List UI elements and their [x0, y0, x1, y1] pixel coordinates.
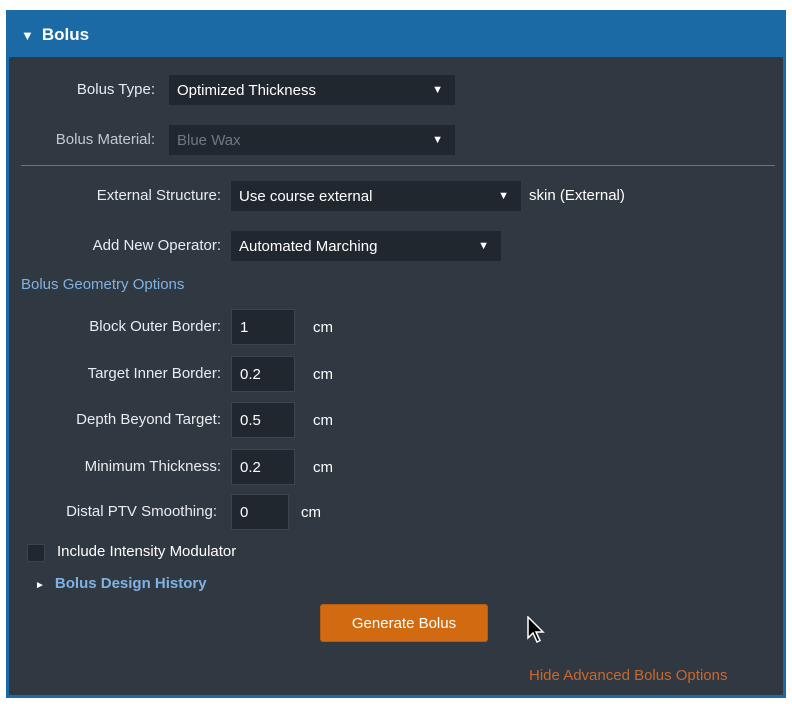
- distal-ptv-smoothing-input[interactable]: 0: [231, 494, 289, 530]
- block-outer-border-value: 1: [240, 318, 249, 336]
- depth-beyond-target-label: Depth Beyond Target:: [76, 411, 221, 428]
- add-new-operator-select[interactable]: Automated Marching ▼: [231, 231, 501, 261]
- depth-beyond-target-input[interactable]: 0.5: [231, 402, 295, 438]
- unit-label: cm: [301, 504, 321, 521]
- target-inner-border-input[interactable]: 0.2: [231, 356, 295, 392]
- bolus-material-value: Blue Wax: [177, 131, 241, 149]
- chevron-down-icon: ▼: [432, 84, 443, 96]
- unit-label: cm: [313, 412, 333, 429]
- triangle-right-icon: ►: [35, 580, 45, 591]
- triangle-down-icon[interactable]: ▼: [21, 28, 34, 43]
- unit-label: cm: [313, 459, 333, 476]
- panel-title: Bolus: [41, 25, 90, 44]
- add-new-operator-value: Automated Marching: [239, 237, 378, 255]
- external-structure-value: Use course external: [239, 187, 373, 205]
- external-structure-note: skin (External): [529, 187, 625, 204]
- bolus-type-select[interactable]: Optimized Thickness ▼: [169, 75, 455, 105]
- bolus-material-select: Blue Wax ▼: [169, 125, 455, 155]
- minimum-thickness-label: Minimum Thickness:: [84, 458, 221, 475]
- intensity-modulator-label: Include Intensity Modulator: [57, 543, 237, 560]
- generate-bolus-button[interactable]: Generate Bolus: [320, 604, 488, 642]
- distal-ptv-smoothing-label: Distal PTV Smoothing:: [66, 503, 217, 520]
- bolus-type-value: Optimized Thickness: [177, 81, 316, 99]
- hide-advanced-options-link[interactable]: Hide Advanced Bolus Options: [529, 667, 727, 684]
- target-inner-border-value: 0.2: [240, 365, 261, 383]
- minimum-thickness-input[interactable]: 0.2: [231, 449, 295, 485]
- unit-label: cm: [313, 366, 333, 383]
- external-structure-select[interactable]: Use course external ▼: [231, 181, 521, 211]
- divider: [21, 165, 775, 166]
- bolus-type-label: Bolus Type:: [76, 81, 155, 98]
- geometry-section-title: Bolus Geometry Options: [21, 276, 185, 293]
- generate-bolus-label: Generate Bolus: [351, 614, 457, 632]
- chevron-down-icon: ▼: [432, 134, 443, 146]
- depth-beyond-target-value: 0.5: [240, 411, 261, 429]
- bolus-design-history-label: Bolus Design History: [54, 575, 207, 592]
- add-new-operator-label: Add New Operator:: [92, 237, 221, 254]
- unit-label: cm: [313, 319, 333, 336]
- minimum-thickness-value: 0.2: [240, 458, 261, 476]
- panel-header[interactable]: ▼ Bolus: [9, 13, 783, 57]
- chevron-down-icon: ▼: [478, 240, 489, 252]
- bolus-material-label: Bolus Material:: [55, 131, 155, 148]
- block-outer-border-label: Block Outer Border:: [89, 318, 221, 335]
- distal-ptv-smoothing-value: 0: [240, 503, 249, 521]
- target-inner-border-label: Target Inner Border:: [87, 365, 221, 382]
- block-outer-border-input[interactable]: 1: [231, 309, 295, 345]
- bolus-panel: ▼ Bolus Bolus Type: Optimized Thickness …: [6, 10, 786, 698]
- intensity-modulator-checkbox[interactable]: [27, 544, 45, 562]
- bolus-design-history-toggle[interactable]: ► Bolus Design History: [35, 575, 207, 592]
- external-structure-label: External Structure:: [96, 187, 221, 204]
- chevron-down-icon: ▼: [498, 190, 509, 202]
- mouse-cursor-icon: [527, 616, 545, 644]
